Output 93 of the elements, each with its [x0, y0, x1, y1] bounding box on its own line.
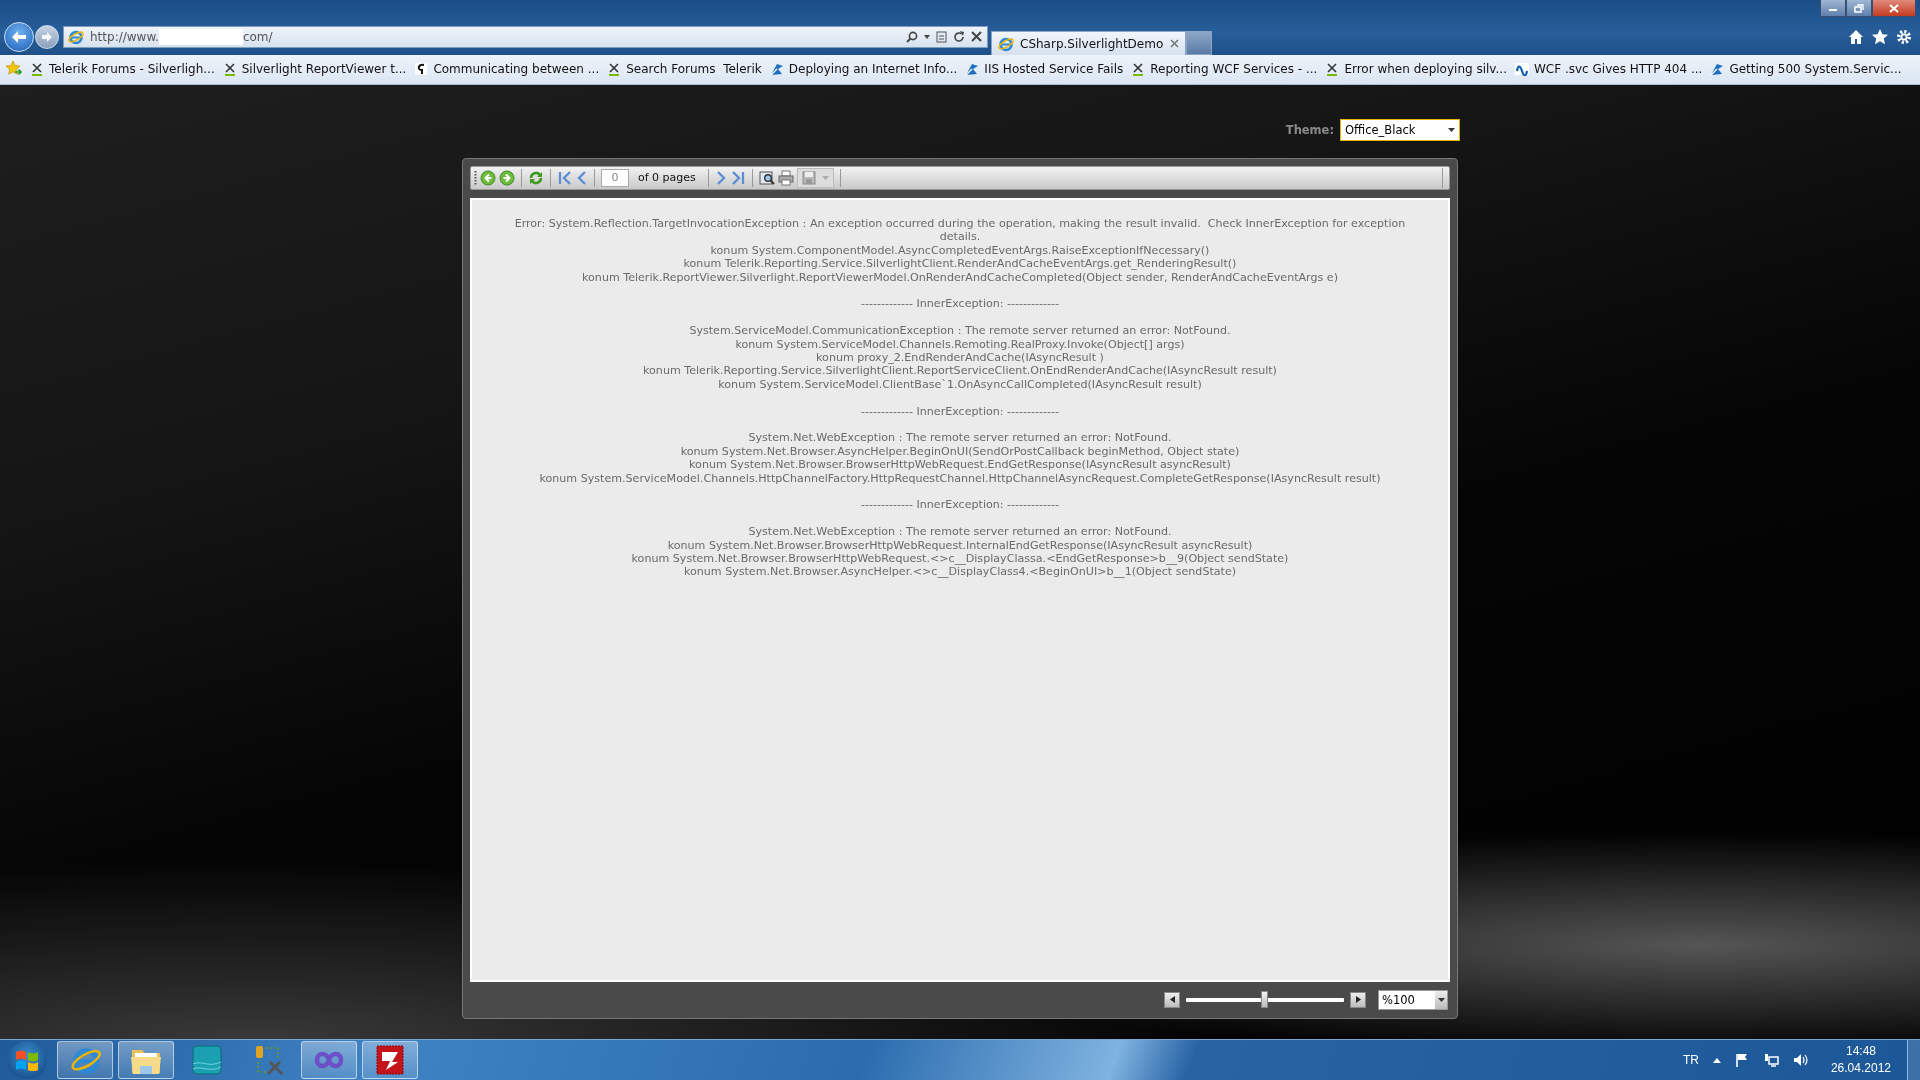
- close-button[interactable]: [1872, 0, 1916, 17]
- home-icon[interactable]: [1848, 28, 1864, 45]
- caret-icon: [1448, 127, 1455, 132]
- error-text: konum System.Net.Browser.AsyncHelper.BeginOnUI(SendOrPostCallback beginMethod, Object state): [679, 444, 1241, 459]
- clock[interactable]: 14:48 26.04.2012: [1830, 1043, 1891, 1077]
- error-text: System.Net.WebException : The remote server returned an error: NotFound.: [747, 431, 1173, 445]
- caret-icon: [821, 175, 829, 180]
- settings-icon[interactable]: [1896, 28, 1912, 45]
- error-text: konum System.Net.Browser.BrowserHttpWebRequest.InternalEndGetResponse(IAsyncResult asyncResult): [666, 538, 1254, 552]
- favorite-link[interactable]: Telerik Forums - Silverligh...: [26, 58, 219, 81]
- start-button[interactable]: [7, 1041, 47, 1079]
- error-text: konum System.ServiceModel.ClientBase`1.OnAsyncCallCompleted(IAsyncResult result): [717, 377, 1203, 392]
- favorite-link[interactable]: IIS Hosted Service Fails: [961, 58, 1128, 81]
- right-arrow-icon: [41, 31, 53, 42]
- print-preview-icon[interactable]: [758, 169, 775, 186]
- export-dropdown[interactable]: [796, 167, 834, 188]
- error-text: konum System.Net.Browser.AsyncHelper.<>c__DisplayClass4.<BeginOnUI>b__1(Object sendState): [682, 565, 1238, 579]
- flag-icon[interactable]: [1734, 1053, 1749, 1067]
- first-page-icon[interactable]: [557, 169, 573, 186]
- slider-thumb[interactable]: [1261, 991, 1268, 1008]
- address-bar[interactable]: http://www. com/: [63, 25, 988, 48]
- taskbar-button[interactable]: [301, 1041, 357, 1079]
- theme-label: Theme:: [1285, 122, 1334, 137]
- back-button[interactable]: [4, 21, 34, 52]
- browser-icon: [998, 35, 1014, 52]
- favorite-link[interactable]: WCF .svc Gives HTTP 404 ...: [1510, 58, 1707, 81]
- show-desktop-button[interactable]: [1907, 1040, 1920, 1080]
- favorite-link[interactable]: Communicating between ...: [410, 58, 604, 81]
- url-text: com/: [242, 29, 273, 44]
- error-text: konum proxy_2.EndRenderAndCache(IAsyncResult ): [815, 350, 1105, 365]
- favorite-link[interactable]: Deploying an Internet Info...: [765, 58, 962, 81]
- taskbar-button[interactable]: [362, 1041, 418, 1079]
- favorite-link[interactable]: Silverlight ReportViewer t...: [218, 58, 411, 81]
- back-icon[interactable]: [480, 169, 496, 186]
- windows-logo-icon: [15, 1049, 39, 1071]
- restore-icon: [1854, 3, 1864, 13]
- show-hidden-icons-icon[interactable]: [1712, 1057, 1721, 1063]
- separator-text: ------------- InnerException: -------------: [859, 404, 1061, 418]
- error-text: konum System.ComponentModel.AsyncCompletedEventArgs.RaiseExceptionIfNecessary(): [709, 243, 1211, 258]
- favorite-link[interactable]: Getting 500 System.Servic...: [1706, 58, 1906, 81]
- error-text: konum Telerik.ReportViewer.Silverlight.ReportViewerModel.OnRenderAndCacheCompleted(Object sender, RenderAndCacheEventArgs e): [581, 270, 1339, 284]
- zoom-out-button[interactable]: [1164, 992, 1180, 1008]
- language-indicator[interactable]: TR: [1682, 1053, 1699, 1067]
- favorite-link[interactable]: Search Forums Telerik: [603, 58, 766, 81]
- grip-icon: [474, 169, 477, 186]
- caret-icon: [1437, 998, 1445, 1002]
- last-page-icon[interactable]: [729, 169, 746, 186]
- theme-dropdown[interactable]: Office_Black: [1340, 118, 1460, 141]
- stop-icon[interactable]: [971, 31, 982, 42]
- error-text: konum System.Net.Browser.BrowserHttpWebRequest.<>c__DisplayClassa.<EndGetResponse>b__9(Object sendState): [630, 551, 1290, 566]
- error-text: konum System.ServiceModel.Channels.Remoting.RealProxy.Invoke(Object[] args): [734, 337, 1186, 351]
- favorite-link[interactable]: Error when deploying silv...: [1321, 58, 1511, 81]
- url-text: http://www.: [90, 29, 159, 44]
- left-arrow-icon: [11, 29, 27, 44]
- favorites-star-icon[interactable]: [1872, 28, 1888, 45]
- close-icon: [1889, 3, 1899, 13]
- volume-icon[interactable]: [1792, 1053, 1809, 1067]
- zoom-in-button[interactable]: [1350, 992, 1366, 1008]
- next-page-icon[interactable]: [714, 169, 727, 186]
- taskbar-button[interactable]: [118, 1041, 174, 1079]
- minimize-button[interactable]: [1820, 0, 1846, 17]
- right-triangle-icon: [1355, 996, 1361, 1004]
- forward-button[interactable]: [35, 24, 59, 49]
- error-text: konum Telerik.Reporting.Service.SilverlightClient.ReportServiceClient.OnEndRenderAndCache(IAsyncResult result): [642, 364, 1278, 378]
- favorite-link[interactable]: Reporting WCF Services - ...: [1127, 58, 1322, 81]
- page-count-label: of 0 pages: [638, 171, 696, 185]
- save-icon: [801, 170, 816, 185]
- error-text: konum Telerik.Reporting.Service.SilverlightClient.RenderAndCacheEventArgs.get_RenderingResult(): [682, 257, 1238, 271]
- clock-date: 26.04.2012: [1830, 1060, 1891, 1077]
- error-text: Error: System.Reflection.TargetInvocationException : An exception occurred during the operation, making the result invalid. Check InnerException for exception details.: [513, 216, 1407, 244]
- refresh-icon[interactable]: [953, 30, 965, 43]
- favorites-add-icon[interactable]: [6, 61, 22, 78]
- separator-text: ------------- InnerException: -------------: [859, 297, 1061, 311]
- previous-page-icon[interactable]: [576, 169, 588, 186]
- clock-time: 14:48: [1845, 1043, 1876, 1060]
- search-icon[interactable]: [906, 30, 918, 43]
- forward-icon[interactable]: [499, 169, 515, 186]
- browser-tab[interactable]: CSharp.SilverlightDemo: [991, 31, 1186, 55]
- zoom-field[interactable]: %100: [1378, 990, 1448, 1010]
- restore-button[interactable]: [1846, 0, 1872, 17]
- error-text: konum System.ServiceModel.Channels.HttpChannelFactory.HttpRequestChannel.HttpChannelAsyncRequest.CompleteGetResponse(IAsyncResult result): [538, 471, 1382, 485]
- left-triangle-icon: [1169, 996, 1175, 1004]
- page-number-field[interactable]: 0: [601, 168, 629, 187]
- error-text: System.ServiceModel.CommunicationException : The remote server returned an error: NotFound.: [688, 324, 1232, 338]
- separator-text: ------------- InnerException: -------------: [859, 498, 1061, 512]
- caret-icon[interactable]: [924, 34, 930, 39]
- close-tab-icon[interactable]: [1170, 39, 1179, 48]
- network-icon[interactable]: [1762, 1053, 1779, 1067]
- printer-icon[interactable]: [777, 169, 794, 186]
- browser-icon: [68, 28, 84, 45]
- tab-title: CSharp.SilverlightDemo: [1020, 36, 1164, 51]
- error-text: System.Net.WebException : The remote server returned an error: NotFound.: [747, 525, 1173, 539]
- error-text: konum System.Net.Browser.BrowserHttpWebRequest.EndGetResponse(IAsyncResult asyncResult): [688, 458, 1232, 472]
